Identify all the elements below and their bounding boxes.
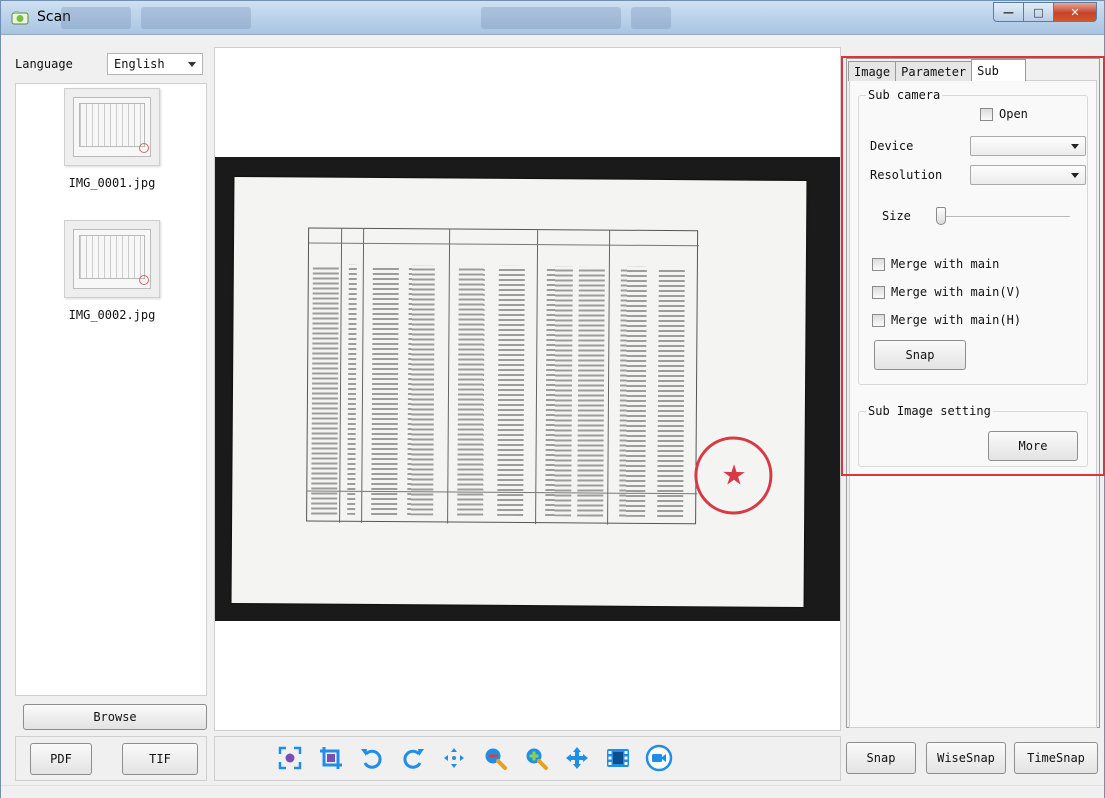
scanned-document-photo: ★	[215, 157, 840, 621]
more-button[interactable]: More	[988, 431, 1078, 461]
merge-with-main-label: Merge with main	[891, 257, 1000, 271]
maximize-icon: □	[1033, 5, 1044, 19]
film-button[interactable]	[603, 743, 633, 773]
timesnap-button[interactable]: TimeSnap	[1014, 742, 1098, 774]
chevron-down-icon	[1071, 144, 1079, 149]
rotate-left-button[interactable]	[357, 743, 387, 773]
thumbnail-name: IMG_0002.jpg	[68, 308, 156, 322]
thumbnail-image	[64, 88, 160, 166]
left-panel: Language English IMG_0001.jpg IMG_0002.j…	[15, 47, 207, 731]
image-viewer[interactable]: ★	[214, 47, 841, 731]
close-button[interactable]: ✕	[1053, 2, 1097, 22]
tab-image[interactable]: Image	[848, 61, 897, 81]
merge-with-main-checkbox[interactable]: Merge with main	[872, 257, 999, 271]
device-label: Device	[870, 139, 914, 153]
merge-with-main-v-checkbox[interactable]: Merge with main(V)	[872, 285, 1021, 299]
size-slider-thumb[interactable]	[936, 207, 946, 225]
tab-parameter[interactable]: Parameter	[895, 61, 973, 81]
language-select[interactable]: English	[107, 53, 203, 75]
move-icon	[566, 747, 588, 769]
title-bar: Scan — □ ✕	[1, 1, 1104, 35]
star-icon: ★	[721, 458, 747, 492]
minimize-button[interactable]: —	[993, 2, 1023, 22]
open-checkbox[interactable]: Open	[980, 107, 1028, 121]
rotate-left-icon	[361, 749, 382, 769]
zoom-in-icon	[526, 748, 548, 770]
merge-with-main-h-label: Merge with main(H)	[891, 313, 1022, 327]
window-controls: — □ ✕	[993, 2, 1097, 24]
film-icon	[607, 749, 629, 767]
language-value: English	[114, 57, 165, 71]
blurred-taskbar-item	[631, 7, 671, 29]
device-select[interactable]	[970, 136, 1086, 156]
export-toolbar: PDF TIF	[15, 736, 207, 781]
fit-icon	[444, 748, 464, 768]
chevron-down-icon	[1071, 173, 1079, 178]
merge-with-main-h-box[interactable]	[872, 313, 885, 327]
sub-camera-group-title: Sub camera	[866, 88, 943, 102]
document-page: ★	[231, 177, 807, 607]
scanner-app-icon	[11, 11, 29, 25]
size-label: Size	[882, 209, 911, 223]
size-slider-track[interactable]	[938, 216, 1070, 218]
blurred-taskbar-item	[141, 7, 251, 29]
thumbnail-name: IMG_0001.jpg	[68, 176, 156, 190]
thumbnail-item[interactable]: IMG_0002.jpg	[16, 220, 208, 322]
image-toolbar	[214, 736, 841, 781]
zoom-in-button[interactable]	[521, 743, 551, 773]
camera-icon	[645, 744, 673, 772]
status-bar	[1, 785, 1104, 798]
pdf-button[interactable]: PDF	[30, 743, 92, 775]
merge-with-main-box[interactable]	[872, 257, 885, 271]
focus-button[interactable]	[275, 743, 305, 773]
scan-window: Scan — □ ✕ Language English IMG_0001.jpg	[0, 0, 1105, 798]
sub-tab-page: Sub camera Open Device Resolution Size M…	[849, 80, 1097, 728]
red-seal-stamp: ★	[694, 436, 773, 515]
camera-button[interactable]	[644, 743, 674, 773]
sub-image-setting-title: Sub Image setting	[866, 404, 993, 418]
snap-button[interactable]: Snap	[846, 742, 916, 774]
tif-button[interactable]: TIF	[122, 743, 198, 775]
open-checkbox-box[interactable]	[980, 107, 993, 121]
focus-icon	[278, 746, 302, 770]
blurred-taskbar-item	[481, 7, 621, 29]
tab-sub[interactable]: Sub	[971, 59, 1026, 81]
browse-button[interactable]: Browse	[23, 704, 207, 730]
fit-button[interactable]	[439, 743, 469, 773]
move-button[interactable]	[562, 743, 592, 773]
settings-tabs: Image Parameter Sub	[848, 59, 1026, 81]
minimize-icon: —	[1003, 5, 1014, 19]
crop-button[interactable]	[316, 743, 346, 773]
chevron-down-icon	[188, 62, 196, 67]
rotate-right-button[interactable]	[398, 743, 428, 773]
thumbnail-image	[64, 220, 160, 298]
zoom-out-button[interactable]	[480, 743, 510, 773]
blurred-taskbar-item	[61, 7, 131, 29]
rotate-right-icon	[403, 749, 424, 769]
close-icon: ✕	[1070, 5, 1080, 19]
crop-icon	[320, 747, 342, 769]
merge-with-main-v-box[interactable]	[872, 285, 885, 299]
language-label: Language	[15, 57, 73, 71]
merge-with-main-v-label: Merge with main(V)	[891, 285, 1022, 299]
merge-with-main-h-checkbox[interactable]: Merge with main(H)	[872, 313, 1021, 327]
sub-snap-button[interactable]: Snap	[874, 340, 966, 370]
capture-toolbar: Snap WiseSnap TimeSnap	[846, 736, 1100, 781]
wisesnap-button[interactable]: WiseSnap	[926, 742, 1006, 774]
resolution-label: Resolution	[870, 168, 943, 182]
maximize-button[interactable]: □	[1023, 2, 1053, 22]
document-table	[306, 227, 700, 525]
thumbnail-item[interactable]: IMG_0001.jpg	[16, 88, 208, 190]
zoom-out-icon	[485, 748, 507, 770]
resolution-select[interactable]	[970, 165, 1086, 185]
thumbnail-list: IMG_0001.jpg IMG_0002.jpg	[15, 83, 207, 696]
open-label: Open	[999, 107, 1028, 121]
